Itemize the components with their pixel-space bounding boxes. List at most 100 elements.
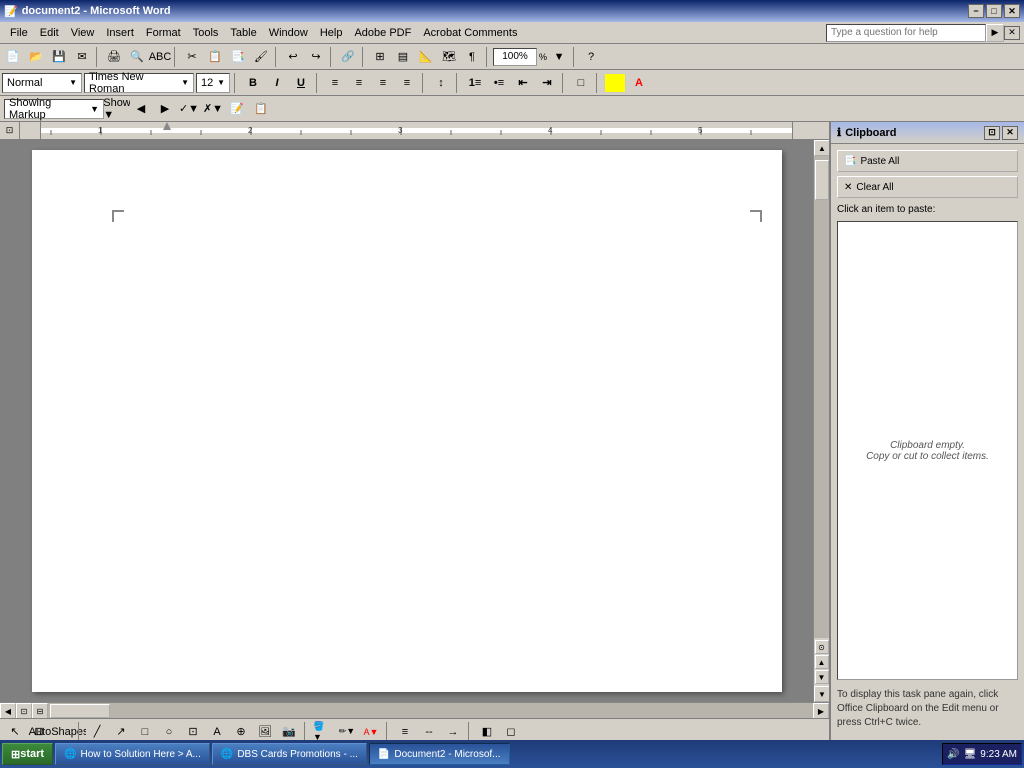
h-scroll-left-button[interactable]: ◀ <box>0 703 16 719</box>
bullets-button[interactable]: •≡ <box>488 73 510 93</box>
numbering-button[interactable]: 1≡ <box>464 73 486 93</box>
speaker-icon: 🔊 <box>947 749 959 760</box>
redo-button[interactable]: ↪ <box>305 46 327 68</box>
save-button[interactable]: 💾 <box>48 46 70 68</box>
clipboard-click-label: Click an item to paste: <box>837 202 1018 217</box>
table-button[interactable]: ⊞ <box>369 46 391 68</box>
menu-tools[interactable]: Tools <box>187 22 225 43</box>
toolbar-sep-7 <box>573 47 577 67</box>
start-button[interactable]: ⊞ start <box>2 743 53 765</box>
menu-acrobat[interactable]: Acrobat Comments <box>417 22 523 43</box>
align-center-button[interactable]: ≡ <box>348 73 370 93</box>
taskbar-item-1[interactable]: 🌐 DBS Cards Promotions - ... <box>212 743 367 765</box>
justify-button[interactable]: ≡ <box>396 73 418 93</box>
help-search-button[interactable]: ▶ <box>986 24 1004 42</box>
menu-edit[interactable]: Edit <box>34 22 65 43</box>
taskbar-item-0[interactable]: 🌐 How to Solution Here > A... <box>55 743 210 765</box>
clear-icon: ✕ <box>844 182 852 193</box>
nav-buttons: ⊙ ▲ ▼ <box>814 638 829 686</box>
help-button[interactable]: ? <box>580 46 602 68</box>
page-view-btn[interactable]: ⊡ <box>16 703 32 719</box>
show-dropdown-button[interactable]: Show ▼ <box>106 98 128 120</box>
reject-change-button[interactable]: ✗▼ <box>202 98 224 120</box>
fmt-sep-5 <box>562 73 566 93</box>
align-right-button[interactable]: ≡ <box>372 73 394 93</box>
spelling-button[interactable]: ABC <box>149 46 171 68</box>
help-search: ▶ ✕ <box>826 24 1020 42</box>
h-scroll-track[interactable] <box>48 703 813 718</box>
prev-page-button[interactable]: ▲ <box>815 655 829 669</box>
hyperlink-button[interactable]: 🔗 <box>337 46 359 68</box>
menu-table[interactable]: Table <box>224 22 262 43</box>
copy-button[interactable]: 📋 <box>204 46 226 68</box>
menu-format[interactable]: Format <box>140 22 187 43</box>
email-button[interactable]: ✉ <box>71 46 93 68</box>
paste-button[interactable]: 📑 <box>227 46 249 68</box>
maximize-button[interactable]: □ <box>986 4 1002 18</box>
print-button[interactable]: 🖨 <box>103 46 125 68</box>
h-scroll-right-button[interactable]: ▶ <box>813 703 829 719</box>
menu-adobe-pdf[interactable]: Adobe PDF <box>348 22 417 43</box>
scroll-thumb[interactable] <box>815 160 829 200</box>
clipboard-header: ℹ Clipboard ⊡ ✕ <box>831 122 1024 144</box>
menu-window[interactable]: Window <box>263 22 314 43</box>
doc-map-button[interactable]: 🗺 <box>438 46 460 68</box>
next-page-button[interactable]: ▼ <box>815 670 829 684</box>
columns-button[interactable]: ▤ <box>392 46 414 68</box>
increase-indent-button[interactable]: ⇥ <box>536 73 558 93</box>
new-button[interactable]: 📄 <box>2 46 24 68</box>
outside-border-button[interactable]: □ <box>570 73 592 93</box>
showing-markup-dropdown[interactable]: Showing Markup ▼ <box>4 99 104 119</box>
h-scroll-thumb[interactable] <box>50 704 110 718</box>
font-dropdown[interactable]: Times New Roman ▼ <box>84 73 194 93</box>
reviewing-pane-button[interactable]: 📋 <box>250 98 272 120</box>
next-change-button[interactable]: ▶ <box>154 98 176 120</box>
open-button[interactable]: 📂 <box>25 46 47 68</box>
taskbar: ⊞ start 🌐 How to Solution Here > A... 🌐 … <box>0 740 1024 768</box>
vertical-scrollbar: ▲ ⊙ ▲ ▼ ▼ <box>813 140 829 702</box>
prev-change-button[interactable]: ◀ <box>130 98 152 120</box>
format-painter-button[interactable]: 🖌 <box>250 46 272 68</box>
scroll-down-button[interactable]: ▼ <box>814 686 829 702</box>
italic-button[interactable]: I <box>266 73 288 93</box>
undo-button[interactable]: ↩ <box>282 46 304 68</box>
size-dropdown[interactable]: 12 ▼ <box>196 73 230 93</box>
bold-button[interactable]: B <box>242 73 264 93</box>
menu-view[interactable]: View <box>65 22 101 43</box>
select-browse-button[interactable]: ⊙ <box>815 640 829 654</box>
taskbar-item-2[interactable]: 📄 Document2 - Microsof... <box>369 743 510 765</box>
toolbar-sep-3 <box>275 47 279 67</box>
clear-all-button[interactable]: ✕ Clear All <box>837 176 1018 198</box>
zoom-dropdown[interactable]: ▼ <box>548 46 570 68</box>
accept-change-button[interactable]: ✓▼ <box>178 98 200 120</box>
drawing-button[interactable]: 📐 <box>415 46 437 68</box>
font-color-button[interactable]: A <box>628 73 650 93</box>
document-page[interactable] <box>32 150 782 692</box>
style-dropdown[interactable]: Normal ▼ <box>2 73 82 93</box>
zoom-input[interactable] <box>493 48 537 66</box>
network-icon: 🖥 <box>964 749 977 760</box>
menu-help[interactable]: Help <box>314 22 349 43</box>
scroll-up-button[interactable]: ▲ <box>814 140 829 156</box>
clipboard-resize-button[interactable]: ⊡ <box>984 126 1000 140</box>
paste-all-button[interactable]: 📑 Paste All <box>837 150 1018 172</box>
menu-insert[interactable]: Insert <box>100 22 140 43</box>
highlight-button[interactable]: A <box>604 73 626 93</box>
style-arrow: ▼ <box>69 78 77 87</box>
help-search-input[interactable] <box>826 24 986 42</box>
close-button[interactable]: ✕ <box>1004 4 1020 18</box>
minimize-button[interactable]: − <box>968 4 984 18</box>
scroll-track[interactable] <box>814 156 829 638</box>
line-spacing-button[interactable]: ↕ <box>430 73 452 93</box>
underline-button[interactable]: U <box>290 73 312 93</box>
help-close-button[interactable]: ✕ <box>1004 26 1020 40</box>
cut-button[interactable]: ✂ <box>181 46 203 68</box>
align-left-button[interactable]: ≡ <box>324 73 346 93</box>
track-changes-button[interactable]: 📝 <box>226 98 248 120</box>
print-preview-button[interactable]: 🔍 <box>126 46 148 68</box>
decrease-indent-button[interactable]: ⇤ <box>512 73 534 93</box>
menu-file[interactable]: File <box>4 22 34 43</box>
show-hide-button[interactable]: ¶ <box>461 46 483 68</box>
clipboard-close-button[interactable]: ✕ <box>1002 126 1018 140</box>
page-view-btn2[interactable]: ⊟ <box>32 703 48 719</box>
